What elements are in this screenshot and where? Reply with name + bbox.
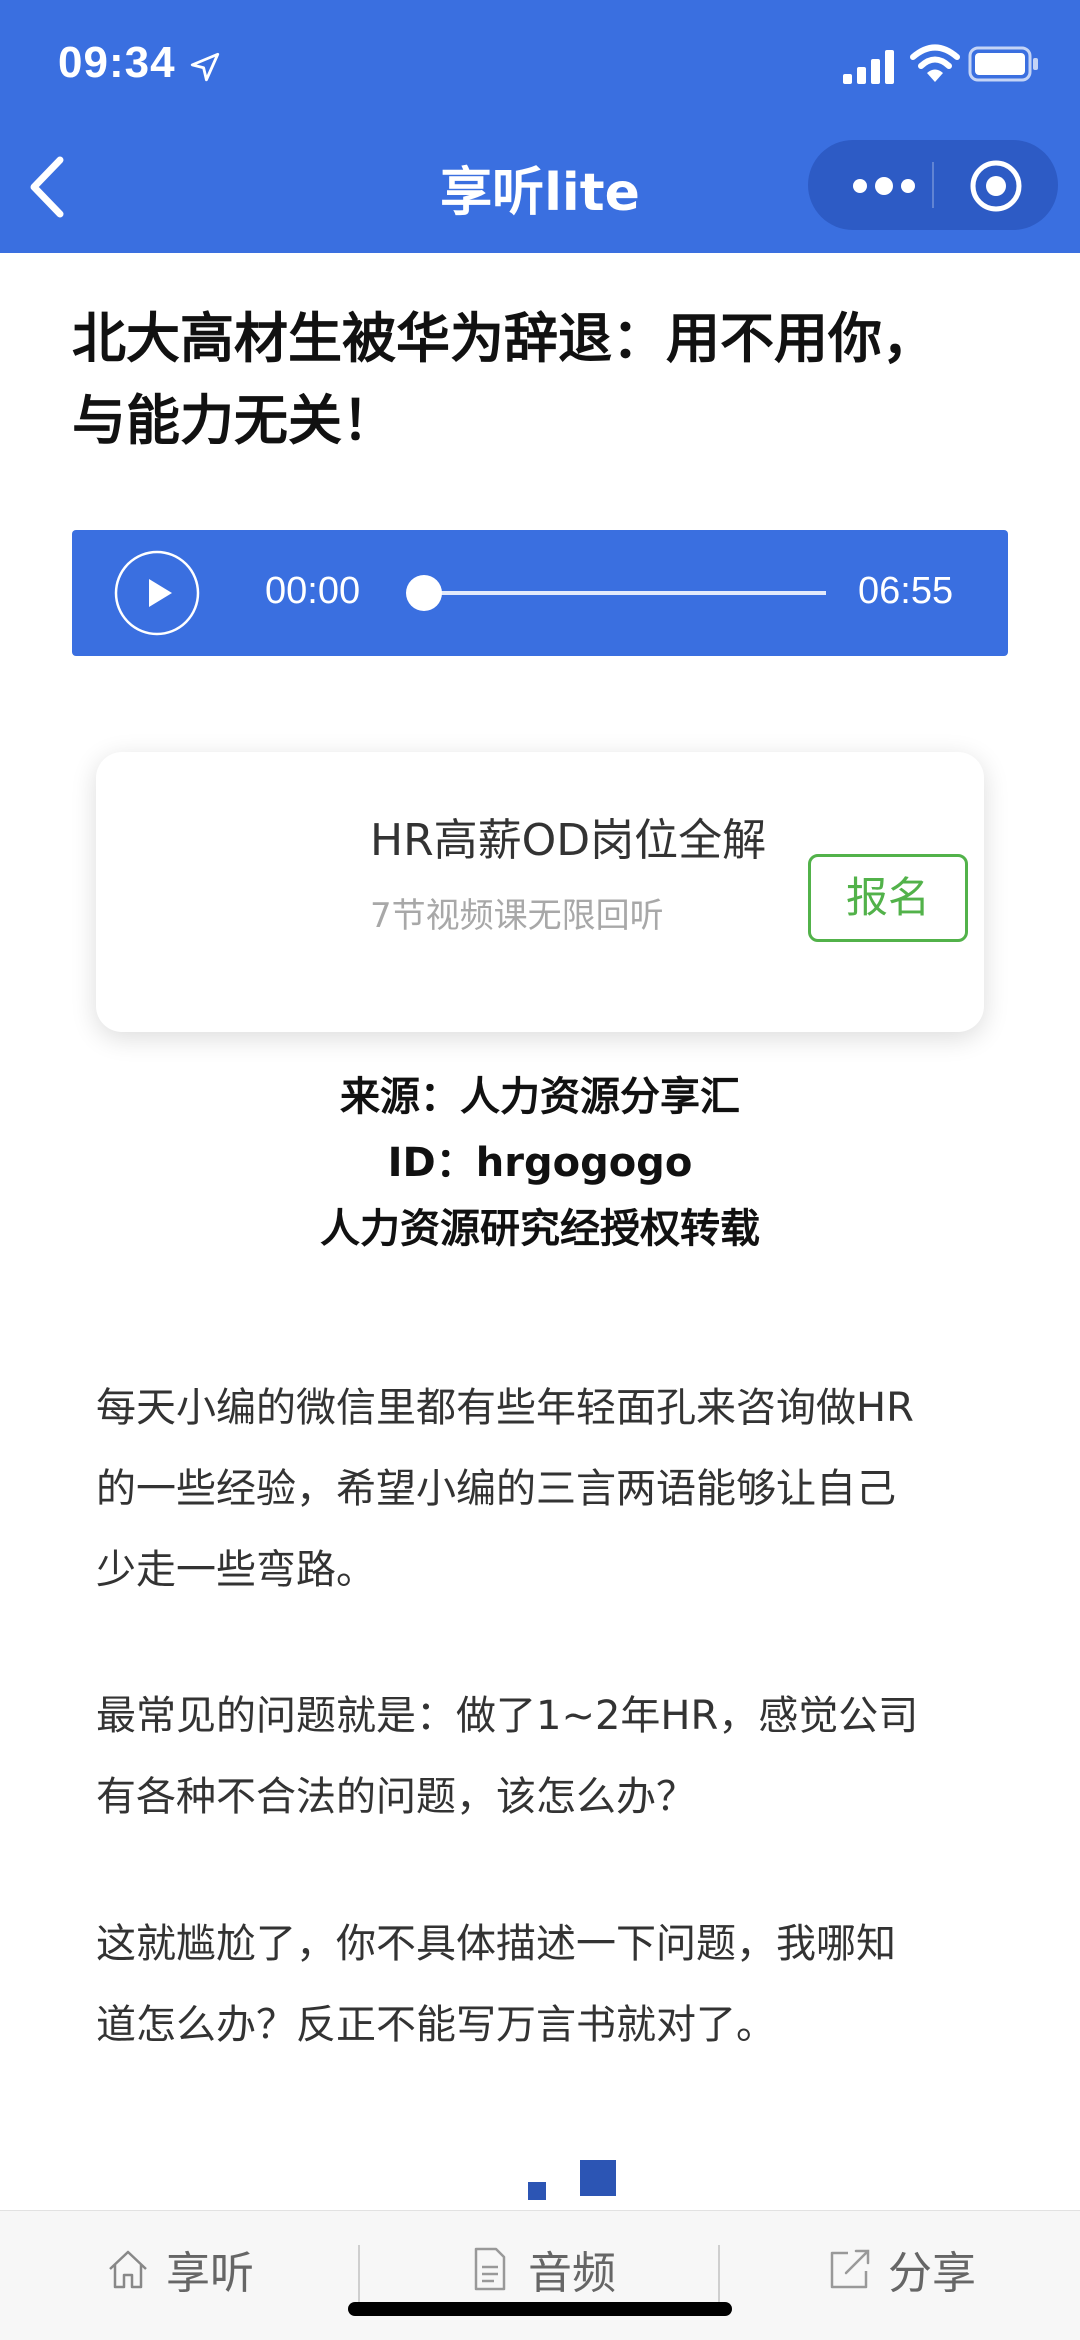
article-paragraph: 最常见的问题就是：做了1~2年HR，感觉公司 有各种不合法的问题，该怎么办？	[96, 1676, 996, 1838]
source-id: ID：hrgogogo	[387, 1140, 693, 1186]
ad-title: HR高薪OD岗位全解	[370, 815, 767, 866]
loading-dot	[528, 2182, 546, 2200]
location-arrow-icon	[190, 52, 220, 82]
paragraph-line: 这就尴尬了，你不具体描述一下问题，我哪知	[96, 1921, 896, 1967]
tab-share[interactable]: 分享	[826, 2239, 976, 2299]
target-close-icon[interactable]	[968, 158, 1024, 214]
more-dots-icon[interactable]	[848, 166, 920, 206]
home-indicator	[348, 2302, 732, 2316]
home-icon	[109, 2250, 147, 2289]
article-paragraph: 每天小编的微信里都有些年轻面孔来咨询做HR 的一些经验，希望小编的三言两语能够让…	[96, 1368, 996, 1611]
tab-audio[interactable]: 音频	[466, 2239, 616, 2299]
article-paragraph: 这就尴尬了，你不具体描述一下问题，我哪知 道怎么办？反正不能写万言书就对了。	[96, 1904, 996, 2066]
progress-track[interactable]	[426, 591, 826, 595]
article-title-line: 北大高材生被华为辞退：用不用你，	[72, 307, 936, 370]
current-time: 00:00	[265, 570, 361, 612]
total-time: 06:55	[858, 570, 954, 612]
play-icon[interactable]	[114, 550, 200, 636]
mini-program-capsule	[808, 140, 1058, 230]
tab-label: 音频	[528, 2248, 616, 2299]
article-title: 北大高材生被华为辞退：用不用你， 与能力无关！	[72, 298, 1012, 462]
status-time: 09:34	[58, 38, 176, 87]
paragraph-line: 道怎么办？反正不能写万言书就对了。	[96, 2002, 776, 2048]
ad-subtitle: 7节视频课无限回听	[370, 896, 664, 936]
tab-label: 享听	[166, 2248, 254, 2299]
paragraph-line: 最常见的问题就是：做了1~2年HR，感觉公司	[96, 1693, 919, 1739]
loading-indicator	[528, 2160, 618, 2200]
tab-listen[interactable]: 享听	[104, 2239, 254, 2299]
audio-player: 00:00 06:55	[72, 530, 1008, 656]
tab-label: 分享	[888, 2248, 976, 2299]
wifi-icon	[910, 44, 960, 82]
paragraph-line: 的一些经验，希望小编的三言两语能够让自己	[96, 1466, 896, 1512]
tab-divider	[358, 2245, 360, 2305]
bottom-tab-bar: 享听 音频 分享	[0, 2210, 1080, 2340]
article-title-line: 与能力无关！	[72, 389, 396, 452]
signup-button[interactable]: 报名	[808, 854, 968, 942]
paragraph-line: 少走一些弯路。	[96, 1547, 376, 1593]
source-line: 来源：人力资源分享汇	[340, 1074, 740, 1120]
course-ad-card[interactable]: HR高薪OD岗位全解 7节视频课无限回听 报名	[96, 752, 984, 1032]
source-permission: 人力资源研究经授权转载	[320, 1206, 760, 1252]
share-icon	[830, 2249, 870, 2289]
battery-icon	[968, 46, 1038, 82]
app-header: 09:34 享听lite	[0, 0, 1080, 253]
capsule-divider	[932, 162, 934, 208]
loading-dot	[580, 2160, 616, 2196]
document-icon	[474, 2247, 506, 2291]
progress-knob[interactable]	[406, 575, 442, 611]
paragraph-line: 有各种不合法的问题，该怎么办？	[96, 1774, 696, 1820]
tab-divider	[718, 2245, 720, 2305]
cellular-signal-icon	[843, 50, 894, 84]
paragraph-line: 每天小编的微信里都有些年轻面孔来咨询做HR	[96, 1385, 914, 1431]
